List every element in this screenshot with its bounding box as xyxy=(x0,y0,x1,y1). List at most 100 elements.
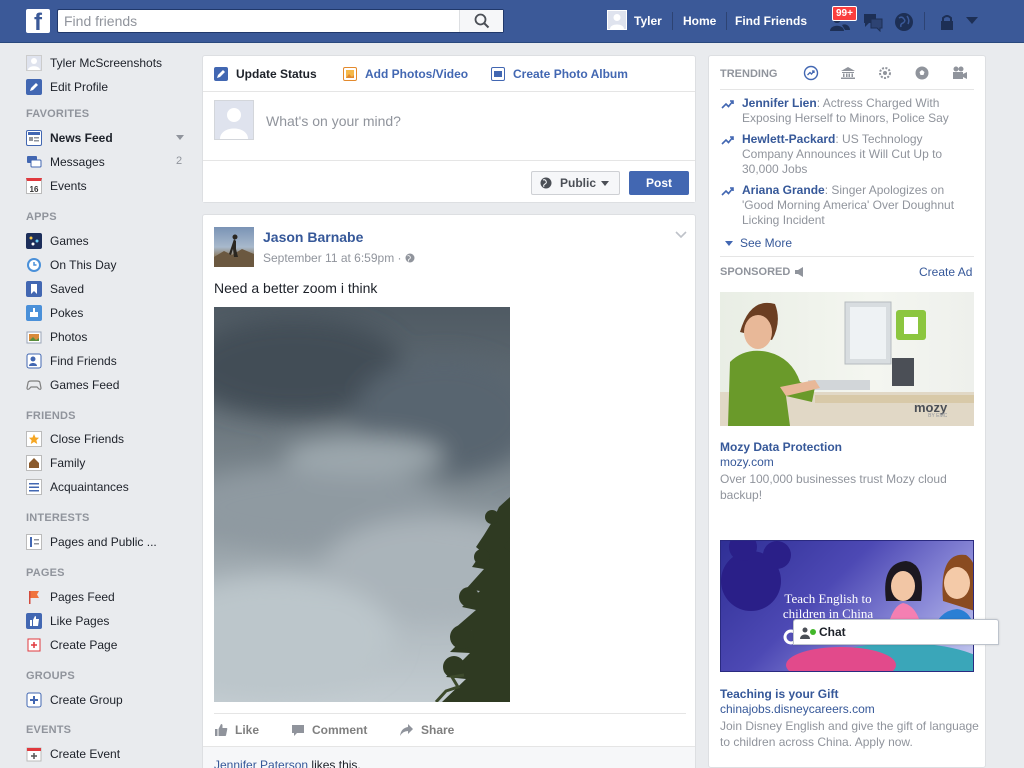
post-photo[interactable] xyxy=(214,307,510,702)
entertainment-camera-icon[interactable] xyxy=(951,65,969,81)
nav-close-friends[interactable]: Close Friends xyxy=(26,430,124,448)
section-friends: FRIENDS xyxy=(26,410,76,422)
ad-domain[interactable]: chinajobs.disneycareers.com xyxy=(720,702,875,716)
post-timestamp[interactable]: September 11 at 6:59pm · xyxy=(263,251,402,265)
privacy-shortcuts[interactable] xyxy=(938,13,956,31)
share-button[interactable]: Share xyxy=(399,721,454,739)
messages-jewel[interactable] xyxy=(862,12,884,32)
ad-image[interactable]: mozy BY EMC xyxy=(720,292,974,426)
create-ad-link[interactable]: Create Ad xyxy=(919,265,972,279)
nav-family[interactable]: Family xyxy=(26,454,85,472)
feed-story: Jason Barnabe September 11 at 6:59pm · N… xyxy=(202,214,696,768)
news-feed-icon xyxy=(26,130,42,146)
status-input[interactable]: What's on your mind? xyxy=(266,113,401,129)
account-settings-menu[interactable] xyxy=(966,17,980,27)
nav-events[interactable]: 16 Events xyxy=(26,177,87,195)
nav-like-pages[interactable]: Like Pages xyxy=(26,612,109,630)
mozy-logo: mozy BY EMC xyxy=(914,400,948,419)
globe-icon xyxy=(895,13,913,31)
nav-games-feed[interactable]: Games Feed xyxy=(26,376,119,394)
ad-title[interactable]: Mozy Data Protection xyxy=(720,440,842,454)
search-button[interactable] xyxy=(459,10,503,32)
trending-arrow-circle-icon[interactable] xyxy=(803,65,819,81)
trending-arrow-icon xyxy=(721,100,734,109)
calendar-icon: 16 xyxy=(26,178,42,194)
default-avatar-icon xyxy=(610,14,624,29)
games-icon xyxy=(26,233,42,249)
trending-item[interactable]: Hewlett-Packard: US Technology Company A… xyxy=(721,132,971,177)
nav-create-page[interactable]: Create Page xyxy=(26,636,117,654)
trending-arrow-icon xyxy=(721,187,734,196)
author-avatar[interactable] xyxy=(214,227,254,267)
privacy-selector[interactable]: Public xyxy=(531,171,620,195)
clock-icon xyxy=(26,257,42,273)
nav-profile-link[interactable]: Tyler xyxy=(634,14,662,28)
trending-title: TRENDING xyxy=(720,68,778,80)
liker-name-link[interactable]: Jennifer Paterson xyxy=(214,758,308,768)
search-input[interactable] xyxy=(58,10,458,32)
nav-pages-feed[interactable]: Pages Feed xyxy=(26,588,115,606)
nav-pokes[interactable]: Pokes xyxy=(26,304,83,322)
nav-photos[interactable]: Photos xyxy=(26,328,87,346)
nav-games[interactable]: Games xyxy=(26,232,89,250)
author-name[interactable]: Jason Barnabe xyxy=(263,229,363,245)
nav-saved[interactable]: Saved xyxy=(26,280,84,298)
ad-description: Over 100,000 businesses trust Mozy cloud… xyxy=(720,472,947,502)
top-bar: f Tyler Home Find Friends 99+ xyxy=(0,0,1024,43)
chat-tab[interactable]: Chat xyxy=(793,619,999,645)
trending-tabs xyxy=(803,64,973,82)
nav-create-event[interactable]: Create Event xyxy=(26,745,120,763)
nav-create-group[interactable]: Create Group xyxy=(26,691,123,709)
chevron-down-icon xyxy=(675,231,687,238)
search-box xyxy=(57,9,504,33)
nav-divider xyxy=(672,12,673,30)
post-text: Need a better zoom i think xyxy=(214,280,378,296)
comment-button[interactable]: Comment xyxy=(291,721,367,739)
nav-edit-profile[interactable]: Edit Profile xyxy=(26,78,108,96)
nav-profile[interactable]: Tyler McScreenshots xyxy=(26,54,162,72)
default-avatar-icon xyxy=(220,108,248,139)
add-event-icon xyxy=(26,746,42,762)
messages-count: 2 xyxy=(176,155,183,167)
news-feed-options[interactable] xyxy=(176,135,184,140)
nav-find-friends[interactable]: Find Friends xyxy=(26,352,117,370)
lock-icon xyxy=(941,15,953,30)
ad-image[interactable]: Teach English to children in China xyxy=(720,540,974,672)
online-status-dot xyxy=(810,629,816,635)
ad-domain[interactable]: mozy.com xyxy=(720,455,774,469)
notifications-jewel[interactable] xyxy=(894,12,914,32)
star-list-icon xyxy=(26,431,42,447)
trending-item[interactable]: Jennifer Lien: Actress Charged With Expo… xyxy=(721,96,971,126)
author-photo xyxy=(214,234,254,267)
see-more-link[interactable]: See More xyxy=(725,236,792,250)
post-button[interactable]: Post xyxy=(629,171,689,195)
nav-messages[interactable]: Messages xyxy=(26,153,105,171)
trending-item[interactable]: Ariana Grande: Singer Apologizes on 'Goo… xyxy=(721,183,971,228)
like-button[interactable]: Like xyxy=(214,721,259,739)
nav-news-feed[interactable]: News Feed xyxy=(26,129,113,147)
tab-create-album[interactable]: Create Photo Album xyxy=(491,66,628,82)
nav-pages-and-public[interactable]: Pages and Public ... xyxy=(26,533,157,551)
triangle-down-icon xyxy=(725,240,733,246)
nav-acquaintances[interactable]: Acquaintances xyxy=(26,478,129,496)
post-options-button[interactable] xyxy=(675,231,687,238)
house-icon xyxy=(26,455,42,471)
nav-on-this-day[interactable]: On This Day xyxy=(26,256,116,274)
composer-footer: Public Post xyxy=(203,160,695,202)
nav-divider xyxy=(726,12,727,30)
tab-update-status[interactable]: Update Status xyxy=(214,66,317,82)
section-groups: GROUPS xyxy=(26,670,75,682)
facebook-logo[interactable]: f xyxy=(26,9,50,33)
science-gear-icon[interactable] xyxy=(877,65,893,81)
composer-divider xyxy=(203,91,695,92)
nav-divider xyxy=(924,12,925,30)
tab-add-photos[interactable]: Add Photos/Video xyxy=(343,66,468,82)
politics-building-icon[interactable] xyxy=(840,65,856,81)
user-avatar[interactable] xyxy=(607,10,627,30)
nav-home-link[interactable]: Home xyxy=(683,14,716,28)
sports-ball-icon[interactable] xyxy=(914,65,930,81)
triangle-down-icon xyxy=(966,17,978,24)
photo-icon xyxy=(343,67,357,81)
nav-find-friends-link[interactable]: Find Friends xyxy=(735,14,807,28)
ad-title[interactable]: Teaching is your Gift xyxy=(720,687,838,701)
